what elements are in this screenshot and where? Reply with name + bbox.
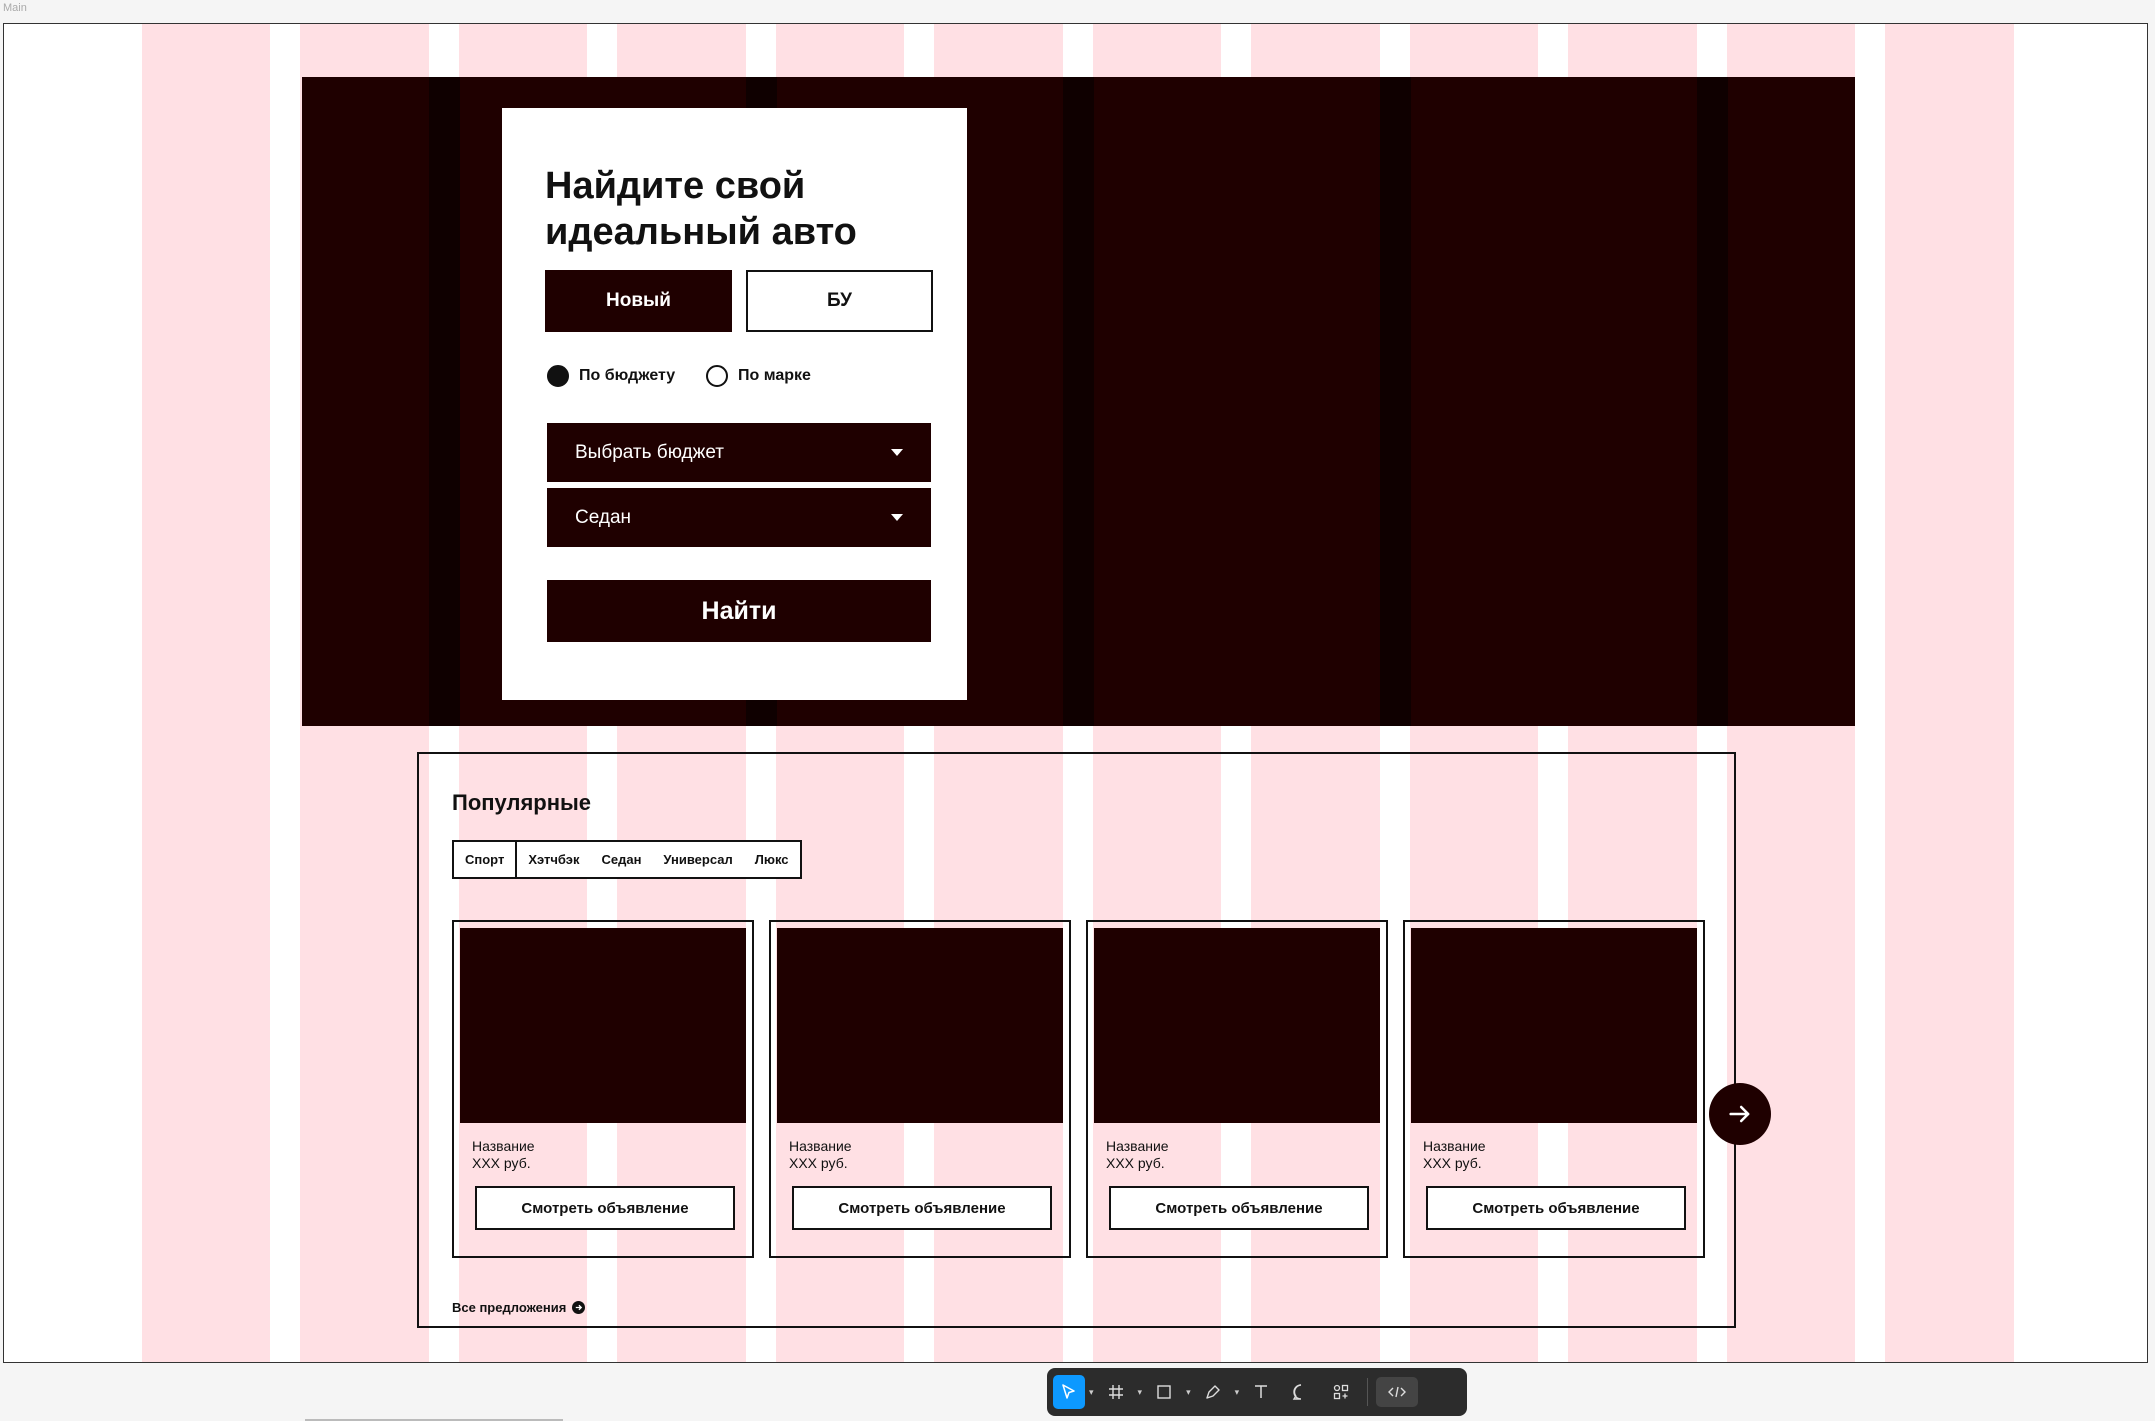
search-title: Найдите свой идеальный авто — [545, 165, 857, 253]
tab-hatchback[interactable]: Хэтчбэк — [517, 842, 590, 877]
toolbar-divider — [1367, 1378, 1369, 1406]
select-value: Выбрать бюджет — [575, 441, 724, 463]
car-price: XXX руб. — [1106, 1155, 1165, 1171]
chevron-down-icon[interactable]: ▾ — [1235, 1387, 1240, 1398]
car-image — [460, 928, 746, 1123]
main-frame: Найдите свой идеальный авто Новый БУ По … — [3, 23, 2148, 1363]
car-image — [1094, 928, 1380, 1123]
car-name: Название — [1423, 1138, 1486, 1154]
find-button[interactable]: Найти — [547, 580, 931, 642]
shape-tool[interactable] — [1146, 1375, 1182, 1409]
tab-sedan[interactable]: Седан — [590, 842, 652, 877]
comment-tool[interactable] — [1283, 1375, 1319, 1409]
frame-icon — [1108, 1385, 1123, 1399]
body-type-select[interactable]: Седан — [547, 488, 931, 547]
dev-mode-toggle[interactable] — [1376, 1377, 1419, 1407]
view-listing-button[interactable]: Смотреть объявление — [1426, 1186, 1686, 1230]
car-price: XXX руб. — [789, 1155, 848, 1171]
pen-icon — [1205, 1385, 1220, 1399]
all-offers-label: Все предложения — [452, 1300, 567, 1315]
new-cars-button[interactable]: Новый — [545, 270, 732, 332]
car-image — [1411, 928, 1697, 1123]
tab-sport[interactable]: Спорт — [454, 842, 518, 877]
radio-label: По бюджету — [579, 367, 676, 384]
text-tool[interactable] — [1243, 1375, 1279, 1409]
text-icon — [1255, 1385, 1268, 1398]
chevron-down-icon[interactable]: ▾ — [1186, 1387, 1191, 1398]
chevron-down-icon[interactable]: ▾ — [1138, 1387, 1143, 1398]
category-tabs: Спорт Хэтчбэк Седан Универсал Люкс — [452, 840, 802, 879]
radio-checked-icon — [547, 365, 569, 387]
frame-tool[interactable] — [1098, 1375, 1134, 1409]
chevron-down-icon — [891, 514, 903, 521]
car-name: Название — [472, 1138, 535, 1154]
all-offers-link[interactable]: Все предложения — [452, 1300, 586, 1315]
code-icon — [1388, 1386, 1407, 1398]
car-price: XXX руб. — [472, 1155, 531, 1171]
car-card: Название XXX руб. Смотреть объявление — [769, 920, 1071, 1258]
tab-luxury[interactable]: Люкс — [744, 842, 800, 877]
view-listing-button[interactable]: Смотреть объявление — [475, 1186, 735, 1230]
comment-icon — [1292, 1384, 1302, 1400]
budget-select[interactable]: Выбрать бюджет — [547, 423, 931, 482]
view-listing-button[interactable]: Смотреть объявление — [1109, 1186, 1369, 1230]
arrow-right-icon — [1729, 1105, 1750, 1123]
components-tool[interactable] — [1323, 1375, 1359, 1409]
radio-by-brand[interactable]: По марке — [706, 365, 811, 387]
move-tool[interactable] — [1053, 1375, 1085, 1409]
arrow-circle-icon — [572, 1301, 586, 1314]
cursor-icon — [1062, 1384, 1075, 1399]
select-value: Седан — [575, 506, 632, 528]
radio-by-budget[interactable]: По бюджету — [547, 365, 675, 387]
used-cars-button[interactable]: БУ — [746, 270, 933, 332]
view-listing-button[interactable]: Смотреть объявление — [792, 1186, 1052, 1230]
components-icon — [1333, 1384, 1349, 1400]
car-card: Название XXX руб. Смотреть объявление — [452, 920, 754, 1258]
design-toolbar: ▾ ▾ ▾ ▾ — [1047, 1368, 1467, 1416]
rectangle-icon — [1157, 1385, 1171, 1399]
car-price: XXX руб. — [1423, 1155, 1482, 1171]
radio-unchecked-icon — [706, 365, 728, 387]
chevron-down-icon — [891, 449, 903, 456]
car-name: Название — [1106, 1138, 1169, 1154]
car-card: Название XXX руб. Смотреть объявление — [1403, 920, 1705, 1258]
popular-title: Популярные — [452, 790, 592, 815]
car-name: Название — [789, 1138, 852, 1154]
next-arrow-button[interactable] — [1709, 1083, 1771, 1145]
car-card: Название XXX руб. Смотреть объявление — [1086, 920, 1388, 1258]
pen-tool[interactable] — [1195, 1375, 1231, 1409]
frame-label: Main — [3, 2, 27, 14]
chevron-down-icon[interactable]: ▾ — [1089, 1387, 1094, 1398]
radio-label: По марке — [738, 367, 811, 384]
tab-wagon[interactable]: Универсал — [652, 842, 743, 877]
car-image — [777, 928, 1063, 1123]
